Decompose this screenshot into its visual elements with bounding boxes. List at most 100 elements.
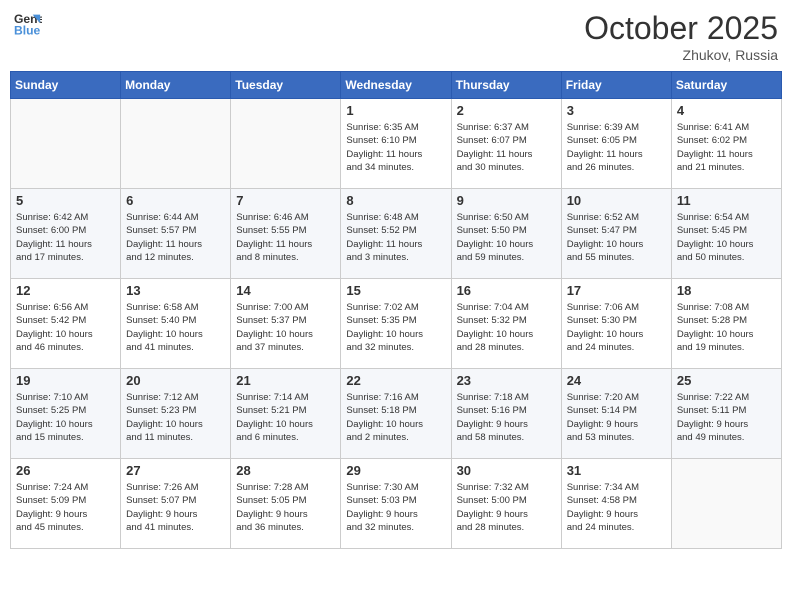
day-number: 17: [567, 283, 666, 298]
day-number: 24: [567, 373, 666, 388]
day-number: 20: [126, 373, 225, 388]
calendar-cell-w3-d4: 15 Sunrise: 7:02 AM Sunset: 5:35 PM Dayli…: [341, 279, 451, 369]
day-number: 4: [677, 103, 776, 118]
calendar-table: Sunday Monday Tuesday Wednesday Thursday…: [10, 71, 782, 549]
day-number: 30: [457, 463, 556, 478]
calendar-week-5: 26 Sunrise: 7:24 AM Sunset: 5:09 PM Dayli…: [11, 459, 782, 549]
day-info: Sunrise: 7:16 AM Sunset: 5:18 PM Dayligh…: [346, 391, 445, 444]
day-number: 19: [16, 373, 115, 388]
day-info: Sunrise: 7:18 AM Sunset: 5:16 PM Dayligh…: [457, 391, 556, 444]
day-number: 13: [126, 283, 225, 298]
month-title: October 2025: [584, 10, 778, 47]
day-info: Sunrise: 6:35 AM Sunset: 6:10 PM Dayligh…: [346, 121, 445, 174]
day-number: 25: [677, 373, 776, 388]
calendar-cell-w3-d1: 12 Sunrise: 6:56 AM Sunset: 5:42 PM Dayli…: [11, 279, 121, 369]
day-number: 9: [457, 193, 556, 208]
day-number: 31: [567, 463, 666, 478]
calendar-cell-w5-d2: 27Sunrise: 7:26 AM Sunset: 5:07 PM Dayli…: [121, 459, 231, 549]
calendar-cell-w2-d5: 9 Sunrise: 6:50 AM Sunset: 5:50 PM Daylig…: [451, 189, 561, 279]
day-number: 5: [16, 193, 115, 208]
calendar-cell-w4-d2: 20 Sunrise: 7:12 AM Sunset: 5:23 PM Dayli…: [121, 369, 231, 459]
day-number: 11: [677, 193, 776, 208]
day-number: 2: [457, 103, 556, 118]
day-number: 12: [16, 283, 115, 298]
calendar-cell-w4-d1: 19Sunrise: 7:10 AM Sunset: 5:25 PM Dayli…: [11, 369, 121, 459]
location-subtitle: Zhukov, Russia: [584, 47, 778, 63]
day-info: Sunrise: 6:42 AM Sunset: 6:00 PM Dayligh…: [16, 211, 115, 264]
page-header: General Blue October 2025 Zhukov, Russia: [10, 10, 782, 63]
calendar-cell-w1-d3: [231, 99, 341, 189]
calendar-cell-w2-d1: 5 Sunrise: 6:42 AM Sunset: 6:00 PM Daylig…: [11, 189, 121, 279]
calendar-cell-w1-d2: [121, 99, 231, 189]
day-info: Sunrise: 7:02 AM Sunset: 5:35 PM Dayligh…: [346, 301, 445, 354]
logo: General Blue: [14, 10, 42, 38]
day-number: 26: [16, 463, 115, 478]
day-number: 22: [346, 373, 445, 388]
day-info: Sunrise: 6:52 AM Sunset: 5:47 PM Dayligh…: [567, 211, 666, 264]
calendar-cell-w5-d3: 28 Sunrise: 7:28 AM Sunset: 5:05 PM Dayli…: [231, 459, 341, 549]
day-number: 23: [457, 373, 556, 388]
day-info: Sunrise: 7:30 AM Sunset: 5:03 PM Dayligh…: [346, 481, 445, 534]
day-info: Sunrise: 6:41 AM Sunset: 6:02 PM Dayligh…: [677, 121, 776, 174]
day-info: Sunrise: 6:50 AM Sunset: 5:50 PM Dayligh…: [457, 211, 556, 264]
day-info: Sunrise: 6:37 AM Sunset: 6:07 PM Dayligh…: [457, 121, 556, 174]
day-number: 6: [126, 193, 225, 208]
day-info: Sunrise: 7:34 AM Sunset: 4:58 PM Dayligh…: [567, 481, 666, 534]
day-number: 27: [126, 463, 225, 478]
logo-icon: General Blue: [14, 10, 42, 38]
calendar-week-4: 19Sunrise: 7:10 AM Sunset: 5:25 PM Dayli…: [11, 369, 782, 459]
day-info: Sunrise: 6:46 AM Sunset: 5:55 PM Dayligh…: [236, 211, 335, 264]
header-sunday: Sunday: [11, 72, 121, 99]
day-number: 15: [346, 283, 445, 298]
day-info: Sunrise: 7:00 AM Sunset: 5:37 PM Dayligh…: [236, 301, 335, 354]
day-info: Sunrise: 7:14 AM Sunset: 5:21 PM Dayligh…: [236, 391, 335, 444]
day-info: Sunrise: 6:48 AM Sunset: 5:52 PM Dayligh…: [346, 211, 445, 264]
day-number: 21: [236, 373, 335, 388]
calendar-cell-w4-d7: 25 Sunrise: 7:22 AM Sunset: 5:11 PM Dayli…: [671, 369, 781, 459]
day-number: 28: [236, 463, 335, 478]
day-info: Sunrise: 7:08 AM Sunset: 5:28 PM Dayligh…: [677, 301, 776, 354]
calendar-cell-w1-d7: 4 Sunrise: 6:41 AM Sunset: 6:02 PM Daylig…: [671, 99, 781, 189]
calendar-cell-w5-d4: 29 Sunrise: 7:30 AM Sunset: 5:03 PM Dayli…: [341, 459, 451, 549]
day-info: Sunrise: 7:22 AM Sunset: 5:11 PM Dayligh…: [677, 391, 776, 444]
header-monday: Monday: [121, 72, 231, 99]
title-block: October 2025 Zhukov, Russia: [584, 10, 778, 63]
calendar-cell-w3-d5: 16 Sunrise: 7:04 AM Sunset: 5:32 PM Dayli…: [451, 279, 561, 369]
calendar-cell-w2-d4: 8Sunrise: 6:48 AM Sunset: 5:52 PM Daylig…: [341, 189, 451, 279]
day-info: Sunrise: 7:12 AM Sunset: 5:23 PM Dayligh…: [126, 391, 225, 444]
calendar-cell-w5-d6: 31 Sunrise: 7:34 AM Sunset: 4:58 PM Dayli…: [561, 459, 671, 549]
day-number: 16: [457, 283, 556, 298]
calendar-cell-w1-d4: 1 Sunrise: 6:35 AM Sunset: 6:10 PM Daylig…: [341, 99, 451, 189]
calendar-cell-w1-d1: [11, 99, 121, 189]
day-number: 29: [346, 463, 445, 478]
header-friday: Friday: [561, 72, 671, 99]
calendar-header-row: Sunday Monday Tuesday Wednesday Thursday…: [11, 72, 782, 99]
calendar-week-2: 5 Sunrise: 6:42 AM Sunset: 6:00 PM Daylig…: [11, 189, 782, 279]
calendar-cell-w4-d4: 22 Sunrise: 7:16 AM Sunset: 5:18 PM Dayli…: [341, 369, 451, 459]
day-info: Sunrise: 6:56 AM Sunset: 5:42 PM Dayligh…: [16, 301, 115, 354]
day-number: 7: [236, 193, 335, 208]
day-number: 1: [346, 103, 445, 118]
day-info: Sunrise: 6:39 AM Sunset: 6:05 PM Dayligh…: [567, 121, 666, 174]
calendar-cell-w1-d6: 3 Sunrise: 6:39 AM Sunset: 6:05 PM Daylig…: [561, 99, 671, 189]
calendar-cell-w3-d3: 14 Sunrise: 7:00 AM Sunset: 5:37 PM Dayli…: [231, 279, 341, 369]
day-number: 14: [236, 283, 335, 298]
day-info: Sunrise: 6:58 AM Sunset: 5:40 PM Dayligh…: [126, 301, 225, 354]
header-tuesday: Tuesday: [231, 72, 341, 99]
header-thursday: Thursday: [451, 72, 561, 99]
calendar-cell-w2-d3: 7 Sunrise: 6:46 AM Sunset: 5:55 PM Daylig…: [231, 189, 341, 279]
header-wednesday: Wednesday: [341, 72, 451, 99]
calendar-week-3: 12 Sunrise: 6:56 AM Sunset: 5:42 PM Dayli…: [11, 279, 782, 369]
calendar-cell-w1-d5: 2 Sunrise: 6:37 AM Sunset: 6:07 PM Daylig…: [451, 99, 561, 189]
svg-text:Blue: Blue: [14, 23, 41, 37]
day-info: Sunrise: 6:54 AM Sunset: 5:45 PM Dayligh…: [677, 211, 776, 264]
day-info: Sunrise: 7:04 AM Sunset: 5:32 PM Dayligh…: [457, 301, 556, 354]
day-info: Sunrise: 7:20 AM Sunset: 5:14 PM Dayligh…: [567, 391, 666, 444]
header-saturday: Saturday: [671, 72, 781, 99]
day-number: 18: [677, 283, 776, 298]
day-info: Sunrise: 7:28 AM Sunset: 5:05 PM Dayligh…: [236, 481, 335, 534]
day-number: 3: [567, 103, 666, 118]
calendar-cell-w5-d5: 30Sunrise: 7:32 AM Sunset: 5:00 PM Dayli…: [451, 459, 561, 549]
calendar-cell-w2-d6: 10Sunrise: 6:52 AM Sunset: 5:47 PM Dayli…: [561, 189, 671, 279]
day-info: Sunrise: 7:24 AM Sunset: 5:09 PM Dayligh…: [16, 481, 115, 534]
